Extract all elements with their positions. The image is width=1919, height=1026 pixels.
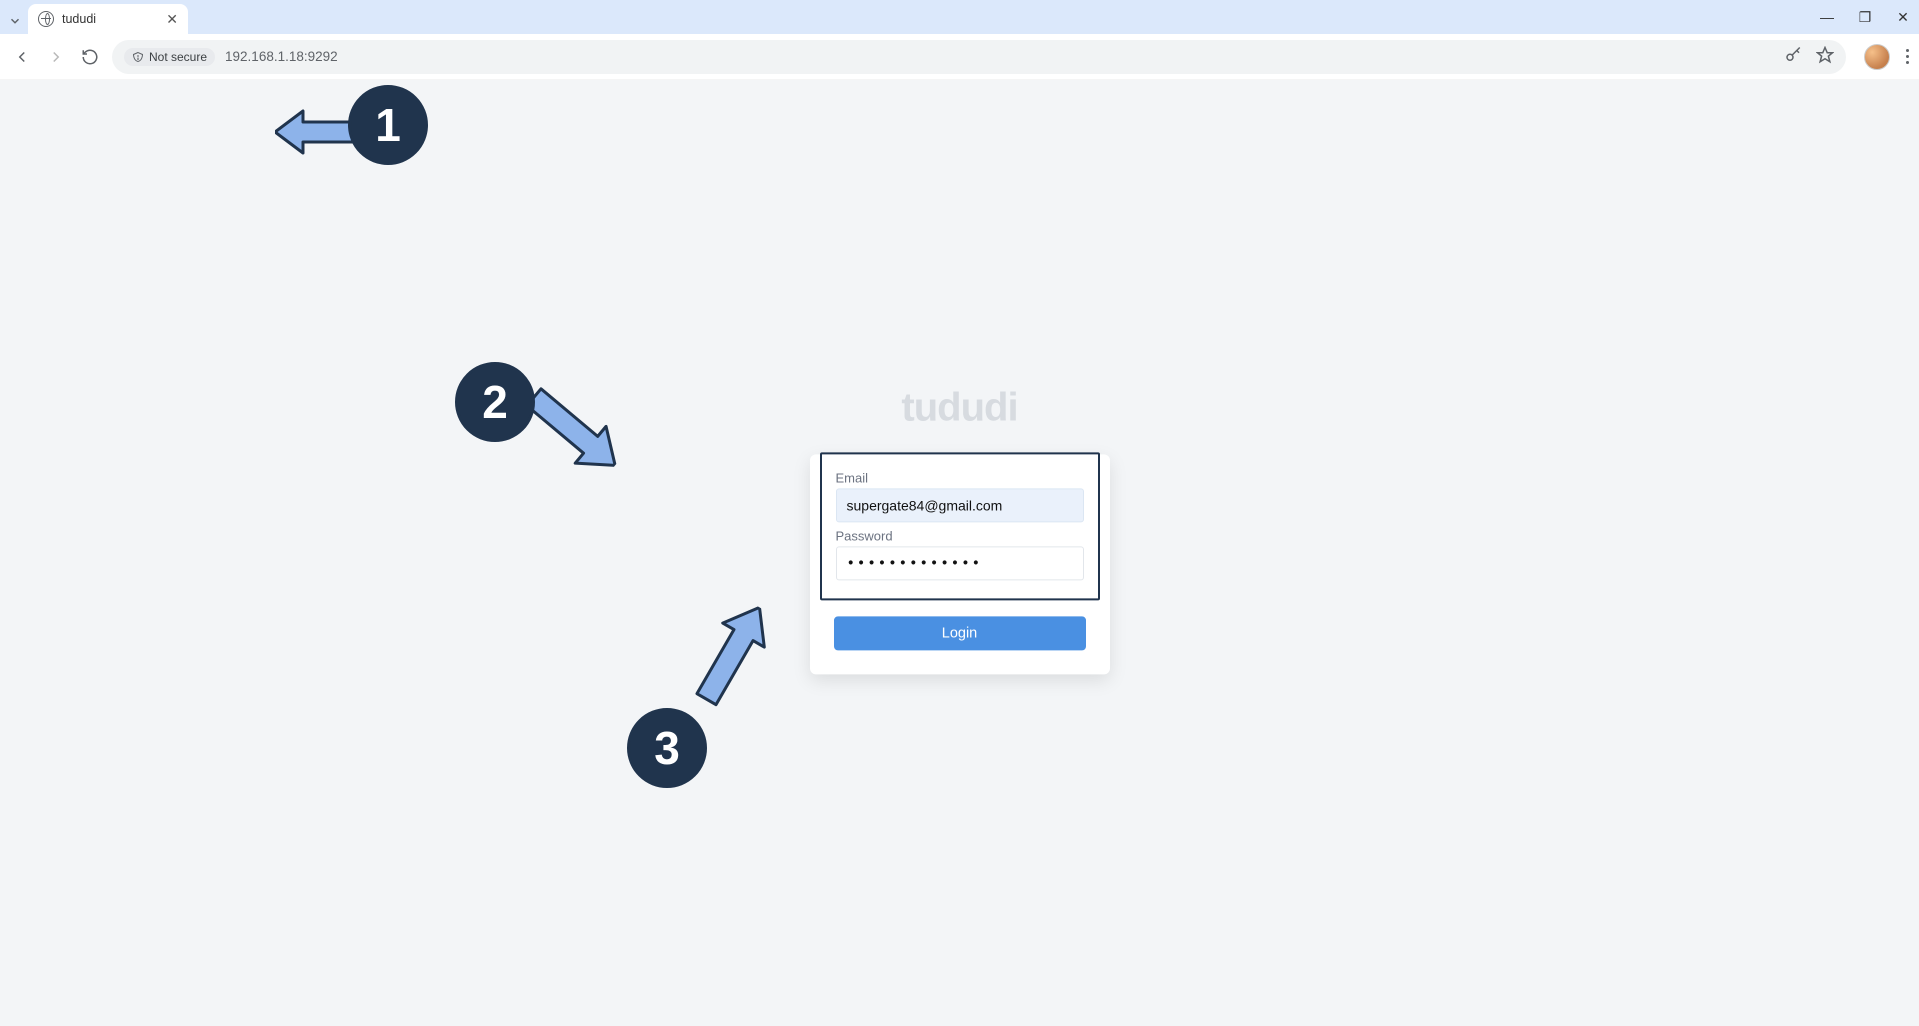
annotation-bubble-2: 2: [455, 362, 535, 442]
reload-button[interactable]: [78, 45, 102, 69]
browser-tab[interactable]: tududi ✕: [28, 4, 188, 34]
annotation-number-1: 1: [375, 98, 401, 152]
close-icon[interactable]: ✕: [166, 11, 178, 28]
close-window-button[interactable]: ✕: [1893, 9, 1913, 26]
annotation-number-3: 3: [654, 721, 680, 775]
profile-avatar[interactable]: [1864, 44, 1890, 70]
annotation-bubble-1: 1: [348, 85, 428, 165]
annotation-bubble-3: 3: [627, 708, 707, 788]
forward-button[interactable]: [44, 45, 68, 69]
password-key-icon[interactable]: [1784, 46, 1802, 67]
brand-logo: tududi: [810, 385, 1110, 430]
tab-strip: tududi ✕: [0, 0, 188, 34]
login-card: Email Password Login: [810, 454, 1110, 674]
login-container: tududi Email Password Login: [810, 385, 1110, 674]
annotation-arrow-3: [679, 592, 786, 717]
bookmark-star-icon[interactable]: [1816, 46, 1834, 67]
security-label: Not secure: [149, 50, 207, 64]
annotation-arrow-1: [275, 107, 365, 157]
browser-menu[interactable]: [1906, 49, 1909, 64]
tab-title: tududi: [62, 12, 96, 26]
url-text: 192.168.1.18:9292: [225, 49, 338, 64]
password-field[interactable]: [836, 546, 1084, 580]
security-chip[interactable]: Not secure: [124, 48, 215, 66]
login-button[interactable]: Login: [834, 616, 1086, 650]
email-field[interactable]: [836, 488, 1084, 522]
address-bar[interactable]: Not secure 192.168.1.18:9292: [112, 40, 1846, 74]
browser-titlebar: tududi ✕ — ❐ ✕: [0, 0, 1919, 34]
login-fields-outline: Email Password: [820, 452, 1100, 600]
page-viewport: tududi Email Password Login 1: [0, 80, 1919, 1026]
maximize-button[interactable]: ❐: [1855, 9, 1875, 26]
password-label: Password: [836, 528, 1084, 543]
annotation-arrow-2: [512, 372, 635, 489]
globe-icon: [38, 11, 54, 27]
annotation-number-2: 2: [482, 375, 508, 429]
back-button[interactable]: [10, 45, 34, 69]
window-controls: — ❐ ✕: [1817, 0, 1913, 34]
toolbar-right: [1864, 44, 1909, 70]
browser-toolbar: Not secure 192.168.1.18:9292: [0, 34, 1919, 80]
minimize-button[interactable]: —: [1817, 9, 1837, 25]
email-label: Email: [836, 470, 1084, 485]
tab-list-dropdown[interactable]: [4, 8, 26, 34]
